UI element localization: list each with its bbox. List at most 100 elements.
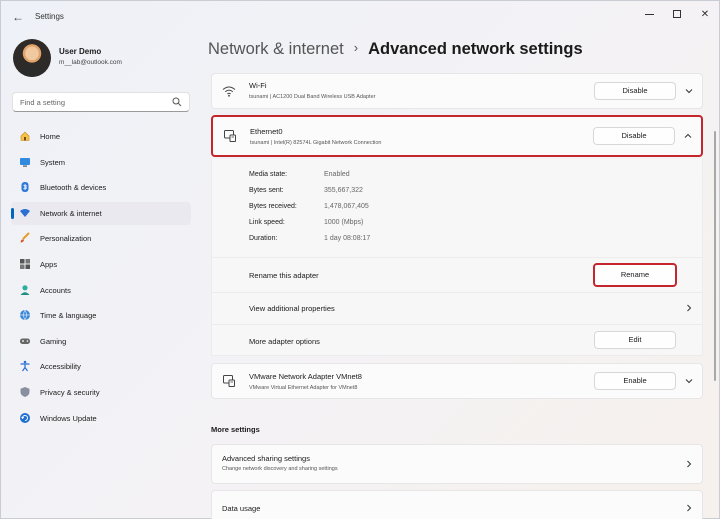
sidebar-item-label: Personalization [40,234,92,244]
bytes-received-label: Bytes received: [249,203,297,210]
ethernet-icon [224,130,236,142]
ethernet-adapter-card[interactable]: Ethernet0 tsunami | Intel(R) 82574L Giga… [211,115,703,157]
sidebar-item-label: Network & internet [40,208,102,218]
view-additional-properties-link[interactable]: View additional properties [249,304,335,313]
sidebar-item-system[interactable]: System [11,151,191,174]
sidebar-item-windows-update[interactable]: Windows Update [11,407,191,430]
sidebar-item-time-language[interactable]: Time & language [11,304,191,327]
title-bar: ← Settings ✕ [1,1,720,33]
vmware-title: VMware Network Adapter VMnet8 [249,372,362,381]
rename-button[interactable]: Rename [593,263,677,287]
wifi-adapter-card[interactable]: Wi-Fi tsunami | AC1200 Dual Band Wireles… [211,73,703,109]
breadcrumb: Network & internet › Advanced network sett… [208,40,583,59]
update-icon [20,412,30,423]
gaming-icon [20,338,30,344]
sidebar-item-accounts[interactable]: Accounts [11,279,191,302]
sidebar-item-personalization[interactable]: Personalization [11,227,191,250]
ethernet-disable-button[interactable]: Disable [593,127,675,145]
bytes-sent-label: Bytes sent: [249,187,284,194]
sidebar-item-label: Privacy & security [40,387,100,397]
sidebar-item-label: Home [40,132,61,141]
breadcrumb-separator: › [353,40,359,55]
edit-button[interactable]: Edit [594,331,676,349]
breadcrumb-parent[interactable]: Network & internet [208,40,344,58]
sidebar-item-label: Time & language [40,311,97,321]
network-icon [20,208,30,217]
scrollbar[interactable] [714,131,716,381]
search-icon[interactable] [172,97,182,107]
sidebar-item-label: Bluetooth & devices [40,183,107,193]
data-usage-card[interactable]: Data usage [211,490,703,519]
minimize-button[interactable] [635,5,663,25]
search-input[interactable]: Find a setting [12,92,190,112]
more-settings-heading: More settings [211,425,260,434]
rename-adapter-label: Rename this adapter [249,271,319,280]
chevron-up-icon[interactable] [683,131,693,141]
ethernet-title: Ethernet0 [250,127,283,136]
search-placeholder: Find a setting [20,98,66,107]
sidebar-item-privacy[interactable]: Privacy & security [11,381,191,404]
more-adapter-options-label: More adapter options [249,337,320,346]
bluetooth-icon [21,182,29,193]
globe-icon [20,309,30,321]
chevron-right-icon[interactable] [684,503,694,513]
shield-icon [20,386,30,397]
advanced-sharing-title: Advanced sharing settings [222,454,310,463]
link-speed-value: 1000 (Mbps) [324,219,364,226]
minimize-icon [644,13,654,15]
advanced-sharing-subtitle: Change network discovery and sharing set… [222,466,338,472]
wifi-subtitle: tsunami | AC1200 Dual Band Wireless USB … [249,94,376,100]
divider [212,257,702,258]
ethernet-subtitle: tsunami | Intel(R) 82574L Gigabit Networ… [250,140,382,146]
sidebar-item-label: Apps [40,259,58,269]
accounts-icon [20,284,30,295]
duration-label: Duration: [249,235,278,242]
apps-icon [20,258,30,269]
sidebar-item-label: Gaming [40,336,67,346]
chevron-down-icon[interactable] [684,86,694,96]
accessibility-icon [20,361,30,372]
home-icon [20,131,30,141]
chevron-right-icon[interactable] [684,459,694,469]
advanced-sharing-settings-card[interactable]: Advanced sharing settings Change network… [211,444,703,484]
duration-value: 1 day 08:08:17 [324,235,371,242]
user-name: User Demo [59,47,102,56]
sidebar-item-label: System [40,157,66,167]
sidebar-item-bluetooth[interactable]: Bluetooth & devices [11,176,191,199]
sidebar-item-accessibility[interactable]: Accessibility [11,355,191,378]
maximize-button[interactable] [663,5,691,25]
close-button[interactable]: ✕ [691,5,719,25]
user-email: m__lab@outlook.com [59,59,122,66]
ethernet-icon [223,375,235,387]
sidebar-item-label: Windows Update [40,413,97,423]
data-usage-title: Data usage [222,504,261,513]
avatar[interactable] [13,39,51,77]
chevron-right-icon[interactable] [684,303,694,313]
system-icon [20,157,30,167]
window-title: Settings [35,12,64,21]
divider [212,324,702,325]
sidebar-nav: Home System Bluetooth & devices Network … [11,125,191,432]
close-icon: ✕ [700,9,710,20]
ethernet-details-panel: Media state: Enabled Bytes sent: 355,667… [211,159,703,356]
sidebar-item-apps[interactable]: Apps [11,253,191,276]
vmware-adapter-card[interactable]: VMware Network Adapter VMnet8 VMware Vir… [211,363,703,399]
back-arrow-icon[interactable]: ← [9,8,27,26]
vmware-enable-button[interactable]: Enable [594,372,676,390]
divider [212,292,702,293]
wifi-icon [222,86,236,97]
bytes-received-value: 1,478,067,405 [324,203,369,210]
chevron-down-icon[interactable] [684,376,694,386]
sidebar-item-home[interactable]: Home [11,125,191,148]
sidebar-item-label: Accessibility [40,362,81,372]
bytes-sent-value: 355,667,322 [324,187,363,194]
vmware-subtitle: VMware Virtual Ethernet Adapter for VMne… [249,385,358,391]
wifi-disable-button[interactable]: Disable [594,82,676,100]
page-title: Advanced network settings [368,40,583,58]
media-state-value: Enabled [324,171,350,178]
sidebar-item-network[interactable]: Network & internet [11,201,191,225]
maximize-icon [673,10,681,19]
brush-icon [20,232,30,243]
media-state-label: Media state: [249,171,288,178]
sidebar-item-gaming[interactable]: Gaming [11,330,191,353]
